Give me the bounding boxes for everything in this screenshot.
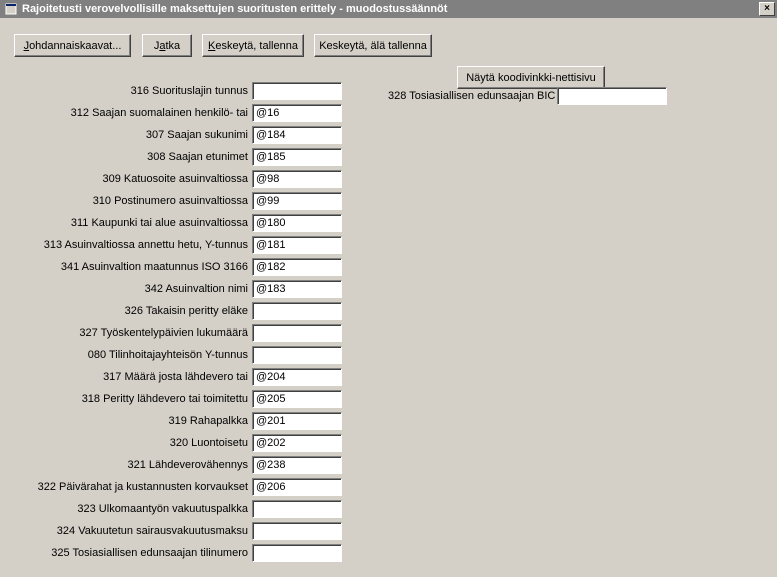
- field-input[interactable]: [252, 192, 342, 210]
- field-label: 312 Saajan suomalainen henkilö- tai: [0, 107, 252, 119]
- field-row: 312 Saajan suomalainen henkilö- tai: [0, 102, 420, 123]
- field-row: 320 Luontoisetu: [0, 432, 420, 453]
- btn-label: Jatka: [154, 40, 180, 52]
- field-row: 311 Kaupunki tai alue asuinvaltiossa: [0, 212, 420, 233]
- field-label: 308 Saajan etunimet: [0, 151, 252, 163]
- field-label: 309 Katuosoite asuinvaltiossa: [0, 173, 252, 185]
- field-label: 324 Vakuutetun sairausvakuutusmaksu: [0, 525, 252, 537]
- client-area: Johdannaiskaavat... Jatka Keskeytä, tall…: [0, 18, 777, 577]
- field-input[interactable]: [252, 126, 342, 144]
- field-row: 308 Saajan etunimet: [0, 146, 420, 167]
- field-label: 307 Saajan sukunimi: [0, 129, 252, 141]
- field-input[interactable]: [252, 544, 342, 562]
- window-title: Rajoitetusti verovelvollisille maksettuj…: [22, 3, 759, 15]
- field-label: 321 Lähdeverovähennys: [0, 459, 252, 471]
- field-label: 325 Tosiasiallisen edunsaajan tilinumero: [0, 547, 252, 559]
- field-input[interactable]: [252, 456, 342, 474]
- field-input[interactable]: [252, 280, 342, 298]
- jatka-button[interactable]: Jatka: [142, 34, 192, 57]
- johdannaiskaavat-button[interactable]: Johdannaiskaavat...: [14, 34, 131, 57]
- field-input[interactable]: [252, 346, 342, 364]
- field-label: 311 Kaupunki tai alue asuinvaltiossa: [0, 217, 252, 229]
- keskeyta-tallenna-button[interactable]: Keskeytä, tallenna: [202, 34, 304, 57]
- field-input[interactable]: [252, 148, 342, 166]
- field-input[interactable]: [252, 522, 342, 540]
- btn-label: Keskeytä, älä tallenna: [319, 40, 427, 52]
- field-input[interactable]: [252, 104, 342, 122]
- field-label: 310 Postinumero asuinvaltiossa: [0, 195, 252, 207]
- field-input[interactable]: [252, 214, 342, 232]
- field-label: 316 Suorituslajin tunnus: [0, 85, 252, 97]
- field-input[interactable]: [252, 368, 342, 386]
- field-input[interactable]: [252, 82, 342, 100]
- field-label: 326 Takaisin peritty eläke: [0, 305, 252, 317]
- field-row: 316 Suorituslajin tunnus: [0, 80, 420, 101]
- field-row: 326 Takaisin peritty eläke: [0, 300, 420, 321]
- field-row: 322 Päivärahat ja kustannusten korvaukse…: [0, 476, 420, 497]
- field-input[interactable]: [252, 302, 342, 320]
- btn-label: Näytä koodivinkki-nettisivu: [466, 72, 596, 84]
- field-input[interactable]: [252, 236, 342, 254]
- field-row: 310 Postinumero asuinvaltiossa: [0, 190, 420, 211]
- btn-label: Keskeytä, tallenna: [208, 40, 298, 52]
- field-row: 323 Ulkomaantyön vakuutuspalkka: [0, 498, 420, 519]
- field-row: 317 Määrä josta lähdevero tai: [0, 366, 420, 387]
- field-input[interactable]: [252, 324, 342, 342]
- field-input[interactable]: [252, 412, 342, 430]
- field-row: 080 Tilinhoitajayhteisön Y-tunnus: [0, 344, 420, 365]
- field-row: 342 Asuinvaltion nimi: [0, 278, 420, 299]
- field-row: 307 Saajan sukunimi: [0, 124, 420, 145]
- field-label: 320 Luontoisetu: [0, 437, 252, 449]
- field-label: 318 Peritty lähdevero tai toimitettu: [0, 393, 252, 405]
- field-label: 313 Asuinvaltiossa annettu hetu, Y-tunnu…: [0, 239, 252, 251]
- nayta-koodivinkki-button[interactable]: Näytä koodivinkki-nettisivu: [457, 66, 605, 89]
- field-row: 318 Peritty lähdevero tai toimitettu: [0, 388, 420, 409]
- field-label: 323 Ulkomaantyön vakuutuspalkka: [0, 503, 252, 515]
- field-input[interactable]: [252, 478, 342, 496]
- titlebar: Rajoitetusti verovelvollisille maksettuj…: [0, 0, 777, 18]
- field-row: 341 Asuinvaltion maatunnus ISO 3166: [0, 256, 420, 277]
- close-icon: ×: [764, 4, 770, 14]
- field-row: 327 Työskentelypäivien lukumäärä: [0, 322, 420, 343]
- field-label: 080 Tilinhoitajayhteisön Y-tunnus: [0, 349, 252, 361]
- field-row: 325 Tosiasiallisen edunsaajan tilinumero: [0, 542, 420, 563]
- field-row: 321 Lähdeverovähennys: [0, 454, 420, 475]
- field-input[interactable]: [252, 170, 342, 188]
- field-input[interactable]: [252, 258, 342, 276]
- field-label: 327 Työskentelypäivien lukumäärä: [0, 327, 252, 339]
- field-label: 319 Rahapalkka: [0, 415, 252, 427]
- field-input[interactable]: [252, 434, 342, 452]
- app-icon: [4, 2, 18, 16]
- bic-input[interactable]: [557, 87, 667, 105]
- close-button[interactable]: ×: [759, 2, 775, 16]
- field-row: 319 Rahapalkka: [0, 410, 420, 431]
- field-input[interactable]: [252, 500, 342, 518]
- field-label: 322 Päivärahat ja kustannusten korvaukse…: [0, 481, 252, 493]
- field-label: 342 Asuinvaltion nimi: [0, 283, 252, 295]
- btn-label: Johdannaiskaavat...: [24, 40, 122, 52]
- field-row: 324 Vakuutetun sairausvakuutusmaksu: [0, 520, 420, 541]
- field-label: 341 Asuinvaltion maatunnus ISO 3166: [0, 261, 252, 273]
- field-input[interactable]: [252, 390, 342, 408]
- keskeyta-ala-tallenna-button[interactable]: Keskeytä, älä tallenna: [314, 34, 432, 57]
- field-row: 309 Katuosoite asuinvaltiossa: [0, 168, 420, 189]
- field-label: 317 Määrä josta lähdevero tai: [0, 371, 252, 383]
- field-row: 313 Asuinvaltiossa annettu hetu, Y-tunnu…: [0, 234, 420, 255]
